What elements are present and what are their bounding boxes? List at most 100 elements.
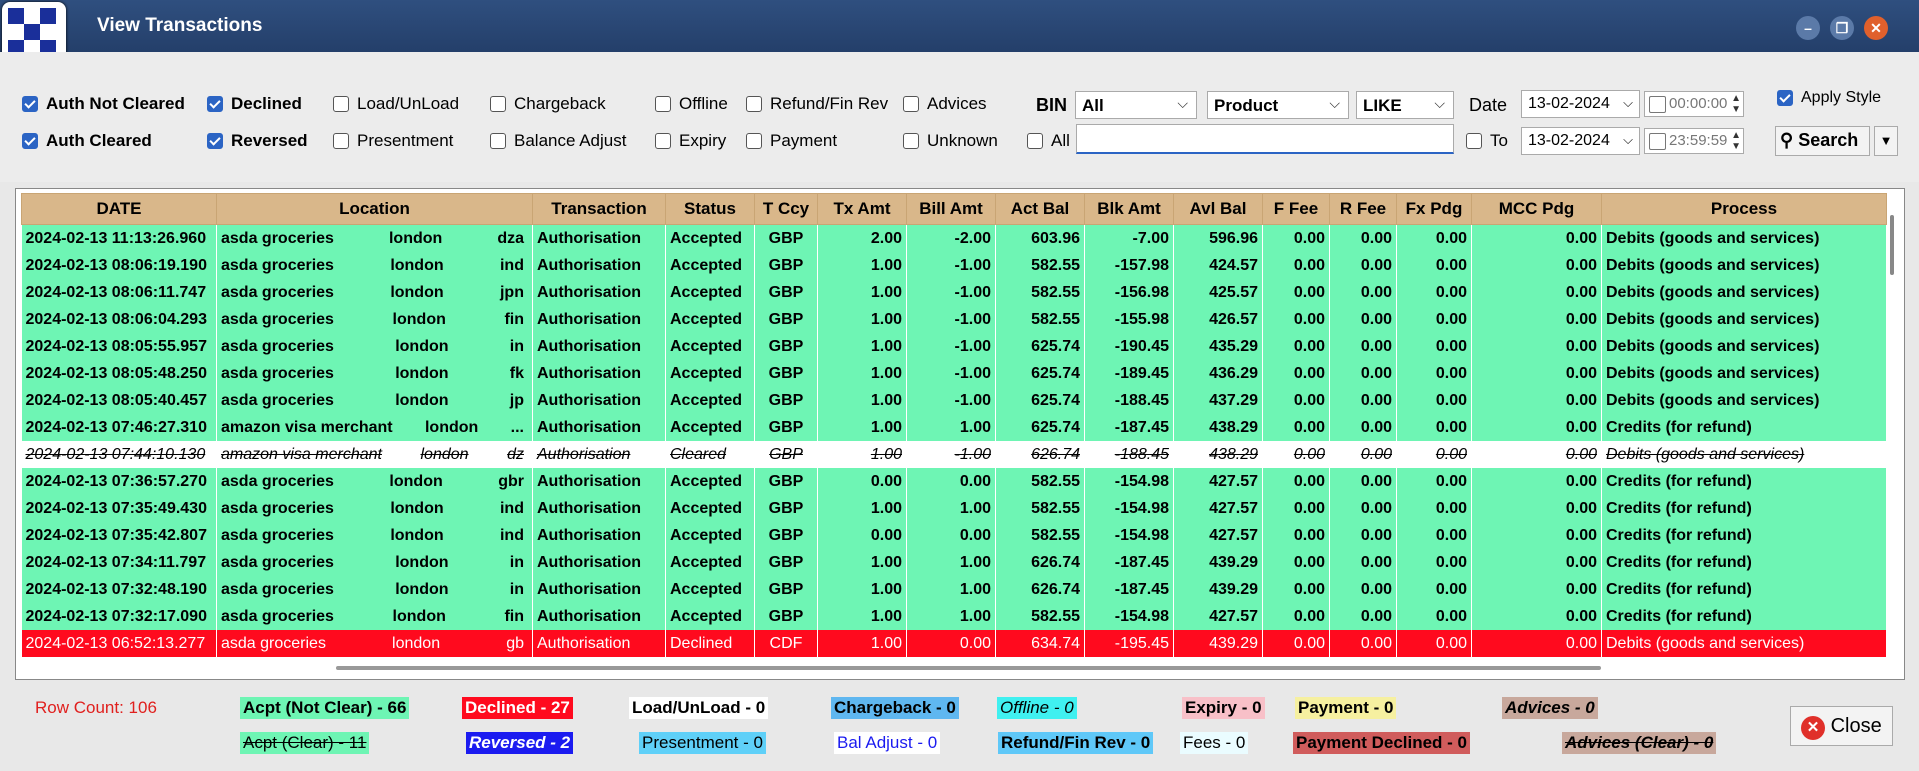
close-window-icon[interactable]: ✕	[1864, 16, 1888, 40]
column-header-bill-amt[interactable]: Bill Amt	[906, 193, 996, 225]
checkbox-box[interactable]	[1466, 133, 1482, 149]
auth-not-cleared-checkbox[interactable]: Auth Not Cleared	[22, 93, 185, 115]
merchant-country: fin	[504, 607, 524, 625]
table-row[interactable]: 2024-02-13 06:52:13.277 asda groceries lon…	[21, 630, 1887, 657]
spin-arrows-icon[interactable]: ▲ ▼	[1731, 93, 1741, 115]
checkbox-box[interactable]	[746, 133, 762, 149]
table-row[interactable]: 2024-02-13 07:35:42.807 asda groceries lon…	[21, 522, 1887, 549]
time-enable-checkbox[interactable]	[1649, 133, 1666, 150]
column-header-transaction[interactable]: Transaction	[532, 193, 666, 225]
checkbox-box[interactable]	[655, 96, 671, 112]
checkbox-box[interactable]	[333, 133, 349, 149]
horizontal-scrollbar[interactable]	[336, 666, 1601, 670]
close-button[interactable]: ✕ Close	[1790, 706, 1893, 746]
table-row[interactable]: 2024-02-13 11:13:26.960 asda groceries lon…	[21, 224, 1887, 252]
apply-style-checkbox[interactable]: Apply Style	[1777, 87, 1881, 109]
checkbox-box[interactable]	[1777, 90, 1793, 106]
checkbox-box[interactable]	[207, 96, 223, 112]
title-bar[interactable]: View Transactions – ❐ ✕	[0, 0, 1919, 52]
restore-icon[interactable]: ❐	[1830, 16, 1854, 40]
table-cell: 0.00	[1262, 279, 1330, 306]
chevron-down-icon: ⌵	[1329, 95, 1340, 111]
checkbox-box[interactable]	[207, 133, 223, 149]
legend-item: Acpt (Not Clear) - 66	[240, 697, 410, 719]
presentment-checkbox[interactable]: Presentment	[333, 130, 453, 152]
offline-checkbox[interactable]: Offline	[655, 93, 728, 115]
legend-item: Declined - 27	[462, 697, 573, 719]
column-header-t-ccy[interactable]: T Ccy	[754, 193, 818, 225]
time-enable-checkbox[interactable]	[1649, 96, 1666, 113]
table-row[interactable]: 2024-02-13 08:06:04.293 asda groceries lon…	[21, 306, 1887, 333]
chargeback-checkbox[interactable]: Chargeback	[490, 93, 606, 115]
table-cell: Accepted	[665, 360, 755, 387]
column-header-location[interactable]: Location	[216, 193, 533, 225]
checkbox-box[interactable]	[490, 96, 506, 112]
vertical-scrollbar[interactable]	[1890, 215, 1894, 275]
table-cell: -1.00	[906, 279, 996, 306]
table-row[interactable]: 2024-02-13 08:05:55.957 asda groceries lon…	[21, 333, 1887, 360]
product-select[interactable]: Product ⌵	[1207, 91, 1349, 119]
table-row[interactable]: 2024-02-13 07:32:48.190 asda groceries lon…	[21, 576, 1887, 603]
column-header-date[interactable]: DATE	[21, 193, 217, 225]
table-row[interactable]: 2024-02-13 07:44:10.130 amazon visa merch…	[21, 441, 1887, 468]
column-header-tx-amt[interactable]: Tx Amt	[817, 193, 907, 225]
table-row[interactable]: 2024-02-13 08:06:11.747 asda groceries lon…	[21, 279, 1887, 306]
table-row[interactable]: 2024-02-13 07:46:27.310 amazon visa merch…	[21, 414, 1887, 441]
time-from-input[interactable]: 00:00:00 ▲ ▼	[1644, 91, 1744, 117]
search-button[interactable]: ⚲ Search	[1775, 126, 1870, 156]
checkbox-box[interactable]	[903, 96, 919, 112]
all-checkbox[interactable]: All	[1027, 130, 1070, 152]
checkbox-box[interactable]	[22, 133, 38, 149]
column-header-avl-bal[interactable]: Avl Bal	[1173, 193, 1263, 225]
bin-select[interactable]: All ⌵	[1075, 91, 1197, 119]
table-row[interactable]: 2024-02-13 07:36:57.270 asda groceries lon…	[21, 468, 1887, 495]
column-header-act-bal[interactable]: Act Bal	[995, 193, 1085, 225]
table-cell: Authorisation	[532, 522, 666, 549]
auth-cleared-checkbox[interactable]: Auth Cleared	[22, 130, 152, 152]
time-to-input[interactable]: 23:59:59 ▲ ▼	[1644, 128, 1744, 154]
column-header-process[interactable]: Process	[1601, 193, 1887, 225]
checkbox-box[interactable]	[490, 133, 506, 149]
checkbox-box[interactable]	[333, 96, 349, 112]
merchant-country: ind	[499, 256, 524, 274]
bin-search-input[interactable]	[1076, 124, 1454, 154]
search-dropdown-button[interactable]: ▼	[1874, 126, 1898, 156]
table-cell: 1.00	[817, 333, 907, 360]
transactions-grid[interactable]: DATE Location Transaction Status T Ccy Tx Amt…	[15, 188, 1905, 680]
reversed-checkbox[interactable]: Reversed	[207, 130, 308, 152]
column-header-f-fee[interactable]: F Fee	[1262, 193, 1330, 225]
refund-fin-rev-checkbox[interactable]: Refund/Fin Rev	[746, 93, 888, 115]
checkbox-box[interactable]	[22, 96, 38, 112]
expiry-checkbox[interactable]: Expiry	[655, 130, 726, 152]
checkbox-box[interactable]	[1027, 133, 1043, 149]
checkbox-box[interactable]	[655, 133, 671, 149]
column-header-blk-amt[interactable]: Blk Amt	[1084, 193, 1174, 225]
table-row[interactable]: 2024-02-13 07:35:49.430 asda groceries lon…	[21, 495, 1887, 522]
like-select[interactable]: LIKE ⌵	[1356, 91, 1454, 119]
unknown-checkbox[interactable]: Unknown	[903, 130, 998, 152]
column-header-status[interactable]: Status	[665, 193, 755, 225]
column-header-r-fee[interactable]: R Fee	[1329, 193, 1397, 225]
column-header-fx-pdg[interactable]: Fx Pdg	[1396, 193, 1472, 225]
declined-checkbox[interactable]: Declined	[207, 93, 302, 115]
checkbox-box[interactable]	[903, 133, 919, 149]
table-row[interactable]: 2024-02-13 07:34:11.797 asda groceries lon…	[21, 549, 1887, 576]
load-unload-checkbox[interactable]: Load/UnLoad	[333, 93, 459, 115]
column-header-mcc-pdg[interactable]: MCC Pdg	[1471, 193, 1602, 225]
balance-adjust-checkbox[interactable]: Balance Adjust	[490, 130, 626, 152]
table-cell: 2024-02-13 07:35:49.430	[21, 495, 217, 522]
checkbox-box[interactable]	[746, 96, 762, 112]
table-cell: 2024-02-13 08:05:40.457	[21, 387, 217, 414]
payment-checkbox[interactable]: Payment	[746, 130, 837, 152]
table-row[interactable]: 2024-02-13 07:32:17.090 asda groceries lon…	[21, 603, 1887, 630]
table-row[interactable]: 2024-02-13 08:05:48.250 asda groceries lon…	[21, 360, 1887, 387]
spin-arrows-icon[interactable]: ▲ ▼	[1731, 130, 1741, 152]
to-checkbox[interactable]: To	[1466, 130, 1508, 152]
table-row[interactable]: 2024-02-13 08:05:40.457 asda groceries lon…	[21, 387, 1887, 414]
table-row[interactable]: 2024-02-13 08:06:19.190 asda groceries lon…	[21, 252, 1887, 279]
advices-checkbox[interactable]: Advices	[903, 93, 987, 115]
date-to-picker[interactable]: 13-02-2024 ⌵	[1521, 127, 1640, 155]
minimize-icon[interactable]: –	[1796, 16, 1820, 40]
table-cell: 425.57	[1173, 279, 1263, 306]
date-from-picker[interactable]: 13-02-2024 ⌵	[1521, 90, 1640, 118]
